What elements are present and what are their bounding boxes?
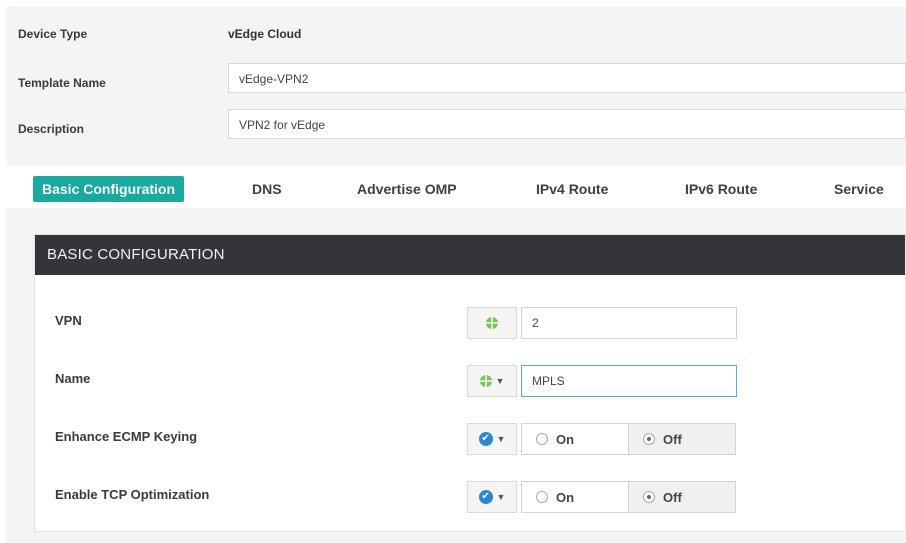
tab-ipv6-route[interactable]: IPv6 Route (685, 176, 757, 202)
main-content-area: BASIC CONFIGURATION VPN 2 Name ▼ MPLS En… (6, 208, 906, 543)
check-circle-icon: ✔ (478, 490, 493, 504)
check-circle-icon: ✔ (478, 432, 493, 446)
tab-ipv4-route[interactable]: IPv4 Route (536, 176, 608, 202)
enhance-ecmp-keying-label: Enhance ECMP Keying (55, 429, 198, 444)
chevron-down-icon: ▼ (496, 434, 506, 444)
radio-unselected-icon (536, 491, 548, 503)
tcp-off-radio[interactable]: Off (628, 481, 736, 513)
name-input[interactable]: MPLS (521, 365, 737, 397)
enable-tcp-optimization-label: Enable TCP Optimization (55, 487, 210, 502)
tab-basic-configuration[interactable]: Basic Configuration (33, 176, 185, 202)
config-tab-bar: Basic Configuration DNS Advertise OMP IP… (6, 166, 906, 208)
vpn-input[interactable]: 2 (521, 307, 737, 339)
description-label: Description (18, 122, 85, 136)
section-title: BASIC CONFIGURATION (35, 235, 905, 275)
basic-configuration-card: BASIC CONFIGURATION VPN 2 Name ▼ MPLS En… (34, 234, 906, 532)
template-name-input[interactable]: vEdge-VPN2 (228, 63, 906, 93)
ecmp-on-radio[interactable]: On (521, 423, 629, 455)
chevron-down-icon: ▼ (496, 492, 506, 502)
ecmp-scope-dropdown[interactable]: ✔ ▼ (467, 423, 517, 455)
tcp-scope-dropdown[interactable]: ✔ ▼ (467, 481, 517, 513)
template-name-label: Template Name (18, 76, 106, 90)
name-scope-dropdown[interactable]: ▼ (467, 365, 517, 397)
globe-icon (486, 317, 498, 329)
radio-selected-icon (643, 491, 655, 503)
tcp-on-radio[interactable]: On (521, 481, 629, 513)
description-input[interactable]: VPN2 for vEdge (228, 109, 906, 139)
tab-service[interactable]: Service (834, 176, 884, 202)
tab-dns[interactable]: DNS (252, 176, 282, 202)
tcp-off-label: Off (663, 489, 682, 505)
template-info-panel: Device Type vEdge Cloud Template Name vE… (6, 6, 906, 166)
tab-advertise-omp[interactable]: Advertise OMP (357, 176, 457, 202)
vpn-label: VPN (55, 313, 82, 328)
ecmp-on-label: On (556, 431, 575, 447)
device-type-label: Device Type (18, 27, 88, 41)
radio-unselected-icon (536, 433, 548, 445)
ecmp-off-label: Off (663, 431, 682, 447)
device-type-value: vEdge Cloud (228, 27, 302, 41)
name-label: Name (55, 371, 91, 386)
chevron-down-icon: ▼ (495, 376, 505, 386)
globe-icon (479, 375, 492, 387)
radio-selected-icon (643, 433, 655, 445)
vpn-scope-button[interactable] (467, 307, 517, 339)
ecmp-off-radio[interactable]: Off (628, 423, 736, 455)
tcp-on-label: On (556, 489, 575, 505)
